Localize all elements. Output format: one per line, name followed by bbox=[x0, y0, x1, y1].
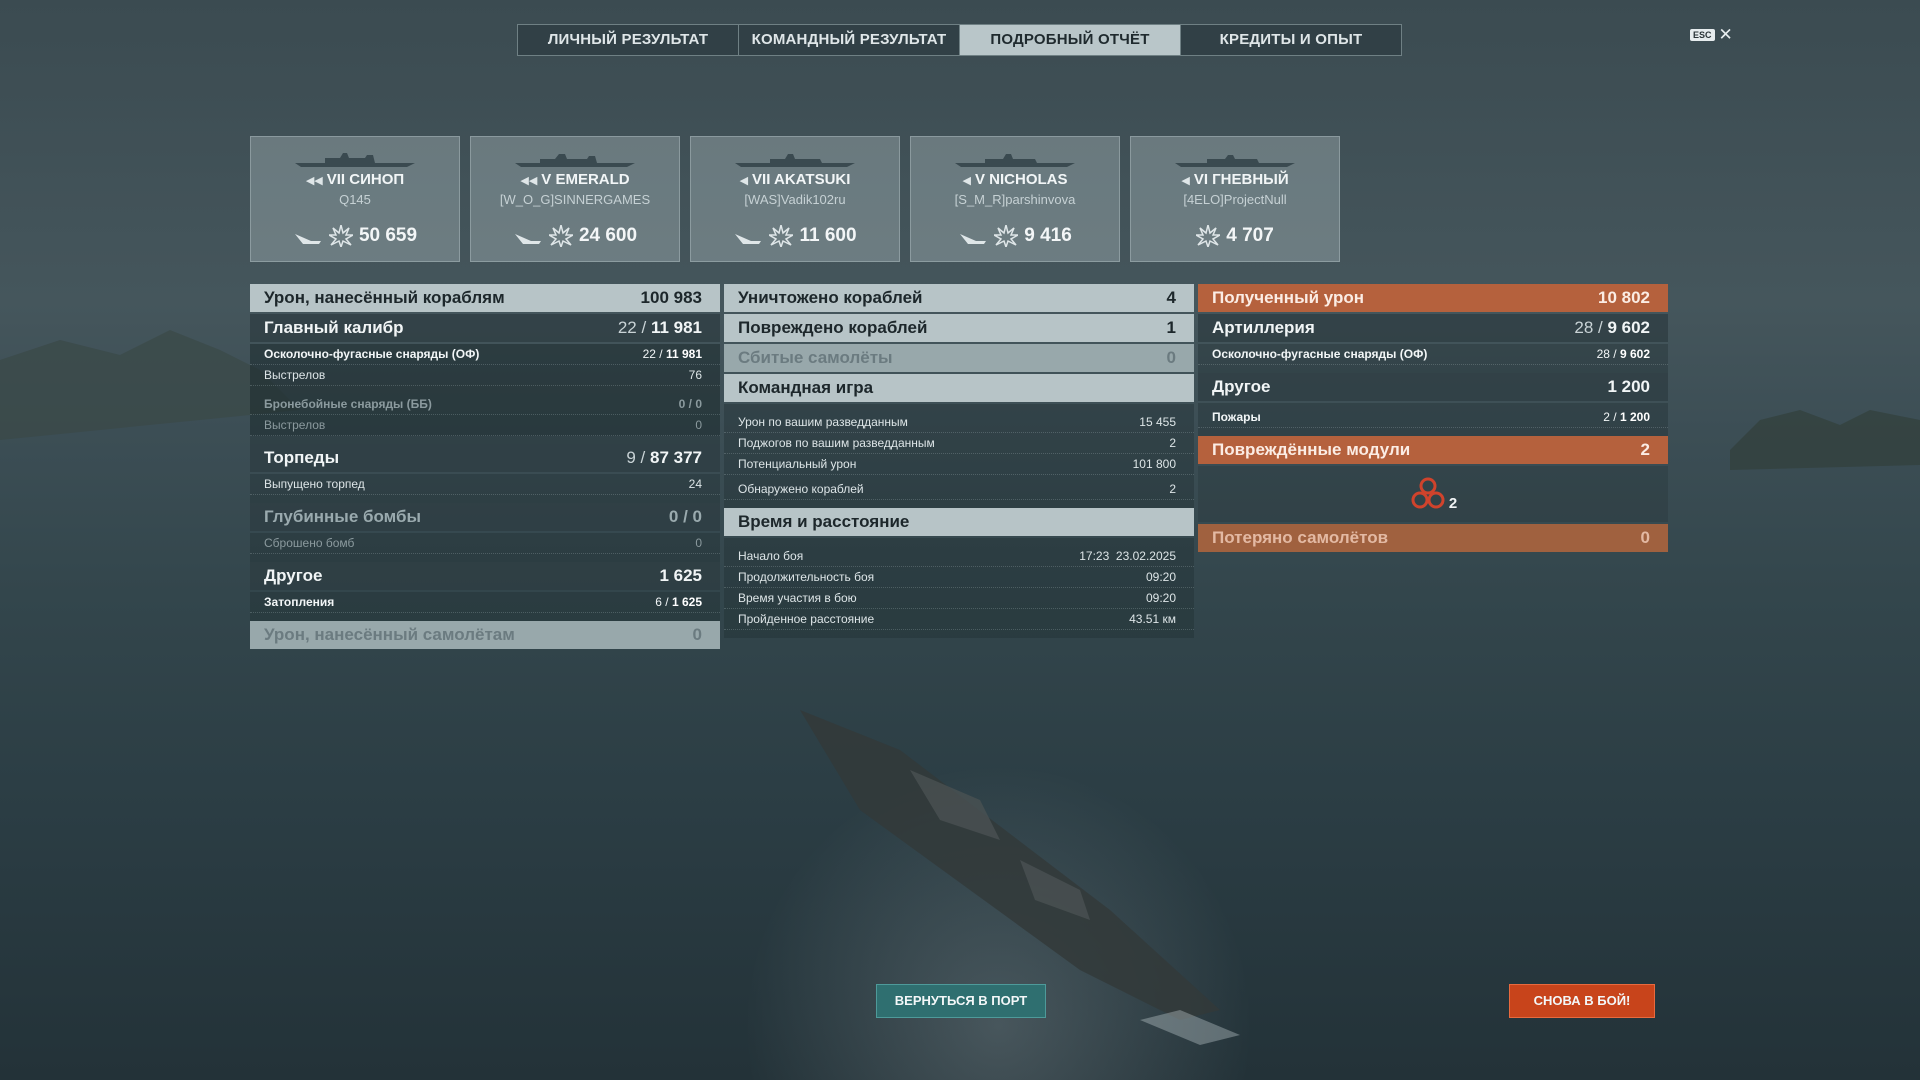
ship-card[interactable]: ◀ V NICHOLAS [S_M_R]parshinvova 9 416 bbox=[910, 136, 1120, 262]
ship-name: EMERALD bbox=[555, 171, 630, 188]
explosion-icon bbox=[548, 225, 573, 247]
ship-class-icon: ◀ bbox=[739, 175, 749, 187]
explosion-icon bbox=[328, 225, 353, 247]
ship-silhouette-icon bbox=[735, 154, 855, 167]
received-damage-header: Полученный урон 10 802 bbox=[1198, 284, 1668, 312]
ship-class-icon: ◀◀ bbox=[520, 175, 538, 187]
distance-row: Пройденное расстояние 43.51 км bbox=[724, 609, 1194, 630]
tab-team-result[interactable]: КОМАНДНЫЙ РЕЗУЛЬТАТ bbox=[739, 25, 960, 55]
ship-tier: VII bbox=[752, 171, 771, 188]
ship-class-icon: ◀◀ bbox=[305, 175, 323, 187]
ship-damage-value: 9 416 bbox=[1024, 225, 1072, 246]
damaged-modules-header: Повреждённые модули 2 bbox=[1198, 436, 1668, 464]
ship-name: СИНОП bbox=[349, 171, 405, 188]
ship-name: AKATSUKI bbox=[774, 171, 851, 188]
other-damage-header: Другое 1 625 bbox=[250, 562, 720, 590]
battle-duration-row: Продолжительность боя 09:20 bbox=[724, 567, 1194, 588]
received-other-header: Другое 1 200 bbox=[1198, 373, 1668, 401]
ship-card[interactable]: ◀◀ V EMERALD [W_O_G]SINNERGAMES 24 600 bbox=[470, 136, 680, 262]
ship-card[interactable]: ◀ VI ГНЕВНЫЙ [4ELO]ProjectNull 4 707 bbox=[1130, 136, 1340, 262]
fires-row: Пожары 2 / 1 200 bbox=[1198, 407, 1668, 428]
spot-fires-row: Поджогов по вашим разведданным 2 bbox=[724, 433, 1194, 454]
ship-silhouette-icon bbox=[515, 154, 635, 167]
planes-lost-header: Потеряно самолётов 0 bbox=[1198, 524, 1668, 552]
damaged-modules-count: 2 bbox=[1448, 494, 1458, 512]
battle-again-button[interactable]: СНОВА В БОЙ! bbox=[1509, 984, 1655, 1018]
torpedoes-header: Торпеды 9 / 87 377 bbox=[250, 444, 720, 472]
explosion-icon bbox=[994, 225, 1019, 247]
explosion-icon bbox=[769, 225, 794, 247]
tab-personal-result[interactable]: ЛИЧНЫЙ РЕЗУЛЬТАТ bbox=[518, 25, 739, 55]
player-name: [W_O_G]SINNERGAMES bbox=[499, 192, 651, 207]
player-name: [4ELO]ProjectNull bbox=[1183, 192, 1287, 207]
dealt-damage-panel: Урон, нанесённый кораблям 100 983 Главный… bbox=[250, 284, 720, 651]
esc-key-hint: ESC bbox=[1690, 29, 1715, 41]
destroyed-ships-list: ◀◀ VII СИНОП Q145 50 659 ◀◀ V EMERALD [W_O… bbox=[250, 136, 1340, 262]
ship-class-icon: ◀ bbox=[962, 175, 971, 187]
ship-card[interactable]: ◀◀ VII СИНОП Q145 50 659 bbox=[250, 136, 460, 262]
ship-tier: V bbox=[541, 171, 552, 188]
spot-damage-row: Урон по вашим разведданным 15 455 bbox=[724, 412, 1194, 433]
ship-tier: V bbox=[974, 171, 985, 188]
player-name: [S_M_R]parshinvova bbox=[954, 192, 1076, 207]
ship-silhouette-icon bbox=[295, 153, 415, 167]
destroyed-ships-header: Уничтожено кораблей 4 bbox=[724, 284, 1194, 312]
he-shots-row: Выстрелов 76 bbox=[250, 365, 720, 386]
battle-start-row: Начало боя 17:23 23.02.2025 bbox=[724, 546, 1194, 567]
torpedo-hit-icon bbox=[294, 234, 321, 244]
torpedo-hit-icon bbox=[735, 234, 762, 244]
he-shells-row: Осколочно-фугасные снаряды (ОФ) 22 / 11 9… bbox=[250, 344, 720, 365]
ship-card[interactable]: ◀ VII AKATSUKI [WAS]Vadik102ru 11 600 bbox=[690, 136, 900, 262]
return-to-port-button[interactable]: ВЕРНУТЬСЯ В ПОРТ bbox=[876, 984, 1046, 1018]
ap-shells-row: Бронебойные снаряды (ББ) 0 / 0 bbox=[250, 394, 720, 415]
main-battery-header: Главный калибр 22 / 11 981 bbox=[250, 314, 720, 342]
depth-charges-header: Глубинные бомбы 0 / 0 bbox=[250, 503, 720, 531]
ship-damage-value: 50 659 bbox=[358, 225, 418, 246]
ap-shots-row: Выстрелов 0 bbox=[250, 415, 720, 436]
artillery-header: Артиллерия 28 / 9 602 bbox=[1198, 314, 1668, 342]
ship-damage-header: Урон, нанесённый кораблям 100 983 bbox=[250, 284, 720, 312]
ship-tier: VI bbox=[1193, 171, 1208, 188]
ship-name: NICHOLAS bbox=[989, 171, 1068, 188]
torpedo-tubes-module-icon[interactable] bbox=[1409, 476, 1447, 512]
close-icon: ✕ bbox=[1718, 25, 1733, 44]
ship-damage-value: 11 600 bbox=[799, 225, 857, 246]
ship-tier: VII bbox=[326, 171, 346, 188]
team-play-header: Командная игра bbox=[724, 374, 1194, 402]
ship-damage-value: 4 707 bbox=[1226, 225, 1274, 246]
planes-shot-header: Сбитые самолёты 0 bbox=[724, 344, 1194, 372]
ships-spotted-row: Обнаружено кораблей 2 bbox=[724, 479, 1194, 500]
team-stats-panel: Уничтожено кораблей 4 Повреждено кораблей… bbox=[724, 284, 1194, 638]
damaged-modules-list: 2 bbox=[1198, 466, 1668, 522]
close-button[interactable]: ESC ✕ bbox=[1690, 25, 1733, 44]
received-damage-panel: Полученный урон 10 802 Артиллерия 28 / 9 … bbox=[1198, 284, 1668, 554]
potential-damage-row: Потенциальный урон 101 800 bbox=[724, 454, 1194, 475]
time-distance-header: Время и расстояние bbox=[724, 508, 1194, 536]
ship-silhouette-icon bbox=[1175, 155, 1295, 167]
flooding-row: Затопления 6 / 1 625 bbox=[250, 592, 720, 613]
plane-damage-header: Урон, нанесённый самолётам 0 bbox=[250, 621, 720, 649]
received-he-row: Осколочно-фугасные снаряды (ОФ) 28 / 9 60… bbox=[1198, 344, 1668, 365]
ship-damage-total: 100 983 bbox=[640, 288, 702, 307]
ship-silhouette-icon bbox=[955, 154, 1075, 167]
ship-damage-value: 24 600 bbox=[578, 225, 638, 246]
torpedo-hit-icon bbox=[514, 234, 541, 244]
results-tabs: ЛИЧНЫЙ РЕЗУЛЬТАТ КОМАНДНЫЙ РЕЗУЛЬТАТ ПОД… bbox=[517, 24, 1402, 56]
torpedoes-launched-row: Выпущено торпед 24 bbox=[250, 474, 720, 495]
torpedo-hit-icon bbox=[960, 234, 987, 244]
player-name: [WAS]Vadik102ru bbox=[744, 192, 846, 207]
participation-time-row: Время участия в бою 09:20 bbox=[724, 588, 1194, 609]
ship-class-icon: ◀ bbox=[1181, 175, 1190, 187]
explosion-icon bbox=[1196, 225, 1221, 247]
ship-name: ГНЕВНЫЙ bbox=[1212, 171, 1289, 188]
player-name: Q145 bbox=[339, 192, 371, 207]
tab-credits-xp[interactable]: КРЕДИТЫ И ОПЫТ bbox=[1181, 25, 1401, 55]
tab-detailed-report[interactable]: ПОДРОБНЫЙ ОТЧЁТ bbox=[960, 25, 1181, 55]
bombs-dropped-row: Сброшено бомб 0 bbox=[250, 533, 720, 554]
damaged-ships-header: Повреждено кораблей 1 bbox=[724, 314, 1194, 342]
